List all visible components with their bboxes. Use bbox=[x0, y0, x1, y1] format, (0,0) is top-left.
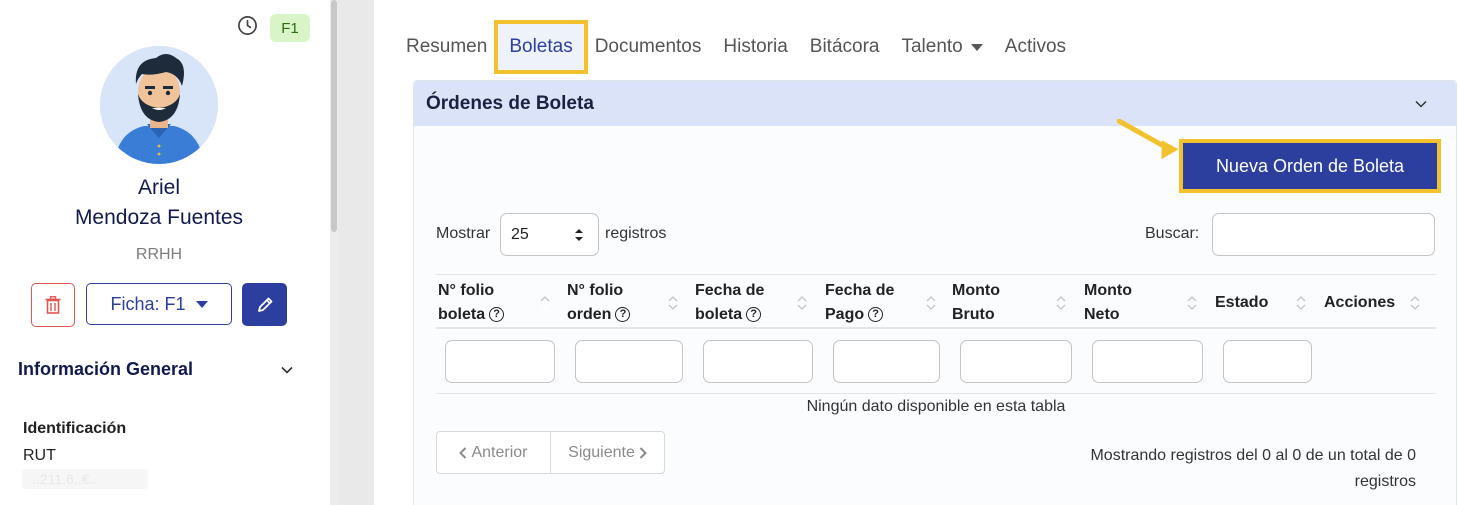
employee-department: RRHH bbox=[135, 246, 183, 263]
tab-label: Resumen bbox=[406, 36, 488, 57]
column-header-fecha-boleta[interactable]: Fecha de boleta? bbox=[695, 279, 764, 327]
records-count-info: Mostrando registros del 0 al 0 de un tot… bbox=[1034, 443, 1416, 495]
next-page-label: Siguiente bbox=[568, 443, 635, 461]
sort-icon[interactable] bbox=[1187, 294, 1197, 312]
filter-input-monto-bruto[interactable] bbox=[960, 340, 1072, 383]
pencil-icon bbox=[257, 297, 272, 312]
rut-value: ..211.6..€.. bbox=[22, 469, 148, 489]
help-icon[interactable]: ? bbox=[615, 307, 631, 323]
column-header-estado[interactable]: Estado bbox=[1215, 291, 1268, 315]
show-label: Mostrar bbox=[436, 225, 491, 242]
filter-input-fecha-pago[interactable] bbox=[833, 340, 940, 383]
sort-icon[interactable] bbox=[1296, 294, 1306, 312]
history-clock-icon[interactable] bbox=[237, 15, 258, 36]
sort-icon[interactable] bbox=[1056, 294, 1066, 312]
sort-icon[interactable] bbox=[926, 294, 936, 312]
select-arrows-icon bbox=[575, 229, 583, 241]
tab-resumen[interactable]: Resumen bbox=[404, 33, 498, 61]
column-header-folio-boleta[interactable]: N° folio boleta? bbox=[438, 279, 505, 327]
column-header-monto-bruto[interactable]: Monto Bruto bbox=[952, 279, 1000, 327]
profile-sidebar: F1 Ariel Mendoza Fuentes RRHH Ficha: F1 … bbox=[0, 0, 330, 505]
previous-page-button[interactable]: Anterior bbox=[437, 432, 550, 473]
main-content: Resumen Boletas Documentos Historia Bitá… bbox=[374, 0, 1458, 505]
sort-icon[interactable] bbox=[668, 294, 678, 312]
filter-input-folio-boleta[interactable] bbox=[445, 340, 555, 383]
empty-table-message: Ningún dato disponible en esta tabla bbox=[806, 398, 1066, 415]
general-info-section-title[interactable]: Información General bbox=[18, 359, 193, 380]
records-count-line1: Mostrando registros del 0 al 0 de un tot… bbox=[1090, 447, 1416, 464]
table-header: N° folio boleta? N° folio orden? Fecha de b… bbox=[436, 274, 1436, 329]
tab-historia[interactable]: Historia bbox=[712, 33, 798, 61]
search-label: Buscar: bbox=[1145, 225, 1200, 242]
column-header-acciones[interactable]: Acciones bbox=[1324, 291, 1395, 315]
caret-down-icon bbox=[970, 43, 983, 51]
boleta-orders-card: Órdenes de Boleta Nueva Orden de Boleta … bbox=[413, 80, 1457, 505]
tab-label: Boletas bbox=[509, 36, 573, 57]
help-icon[interactable]: ? bbox=[746, 307, 762, 323]
trash-icon bbox=[45, 296, 61, 314]
tab-label: Historia bbox=[723, 36, 788, 57]
row-divider bbox=[436, 393, 1436, 394]
next-page-button[interactable]: Siguiente bbox=[550, 432, 664, 473]
tab-label: Bitácora bbox=[809, 36, 880, 57]
new-boleta-order-button[interactable]: Nueva Orden de Boleta bbox=[1179, 139, 1441, 193]
rut-label: RUT bbox=[23, 447, 56, 464]
identification-label: Identificación bbox=[23, 420, 127, 437]
edit-button[interactable] bbox=[242, 283, 287, 326]
column-header-monto-neto[interactable]: Monto Neto bbox=[1084, 279, 1132, 327]
chevron-down-icon[interactable] bbox=[280, 363, 294, 377]
tab-bitacora[interactable]: Bitácora bbox=[799, 33, 891, 61]
sort-icon[interactable] bbox=[797, 294, 807, 312]
tab-boletas[interactable]: Boletas bbox=[494, 20, 588, 74]
tab-label: Activos bbox=[1004, 36, 1067, 57]
ficha-dropdown-button[interactable]: Ficha: F1 bbox=[86, 283, 232, 325]
page-size-value: 25 bbox=[511, 225, 529, 243]
layout-gutter bbox=[338, 0, 374, 505]
records-count-line2: registros bbox=[1354, 473, 1416, 490]
caret-down-icon bbox=[195, 300, 208, 308]
card-title: Órdenes de Boleta bbox=[426, 93, 594, 114]
sidebar-scrollbar[interactable] bbox=[330, 0, 338, 505]
pagination: Anterior Siguiente bbox=[436, 431, 665, 474]
page-size-select[interactable]: 25 bbox=[500, 213, 599, 256]
card-header[interactable]: Órdenes de Boleta bbox=[414, 81, 1456, 126]
ficha-badge: F1 bbox=[270, 14, 310, 42]
help-icon[interactable]: ? bbox=[489, 307, 505, 323]
filter-input-folio-orden[interactable] bbox=[575, 340, 683, 383]
ficha-dropdown-label: Ficha: F1 bbox=[110, 293, 186, 314]
help-icon[interactable]: ? bbox=[868, 307, 884, 323]
column-header-folio-orden[interactable]: N° folio orden? bbox=[567, 279, 631, 327]
search-input[interactable] bbox=[1212, 213, 1435, 256]
filter-input-estado[interactable] bbox=[1223, 340, 1312, 383]
column-header-fecha-pago[interactable]: Fecha de Pago? bbox=[825, 279, 894, 327]
tab-documentos[interactable]: Documentos bbox=[584, 33, 713, 61]
avatar bbox=[100, 46, 218, 164]
chevron-down-icon[interactable] bbox=[1414, 97, 1428, 111]
filter-input-monto-neto[interactable] bbox=[1092, 340, 1203, 383]
scrollbar-thumb[interactable] bbox=[331, 0, 337, 232]
tab-activos[interactable]: Activos bbox=[994, 33, 1077, 61]
employee-first-name: Ariel bbox=[137, 176, 180, 199]
sort-icon[interactable] bbox=[540, 294, 550, 312]
chevron-left-icon bbox=[459, 446, 467, 459]
filter-input-fecha-boleta[interactable] bbox=[703, 340, 813, 383]
avatar-illustration bbox=[100, 46, 218, 164]
sort-icon[interactable] bbox=[1410, 294, 1420, 312]
tab-talento[interactable]: Talento bbox=[890, 33, 993, 61]
chevron-right-icon bbox=[639, 446, 647, 459]
tab-bar: Resumen Boletas Documentos Historia Bitá… bbox=[404, 20, 1077, 74]
tab-label: Talento bbox=[901, 36, 963, 57]
records-label: registros bbox=[605, 225, 667, 242]
employee-last-name: Mendoza Fuentes bbox=[74, 206, 244, 229]
delete-button[interactable] bbox=[31, 283, 75, 327]
tab-label: Documentos bbox=[594, 36, 702, 57]
previous-page-label: Anterior bbox=[471, 443, 528, 461]
pointer-arrow-icon bbox=[1117, 119, 1179, 159]
